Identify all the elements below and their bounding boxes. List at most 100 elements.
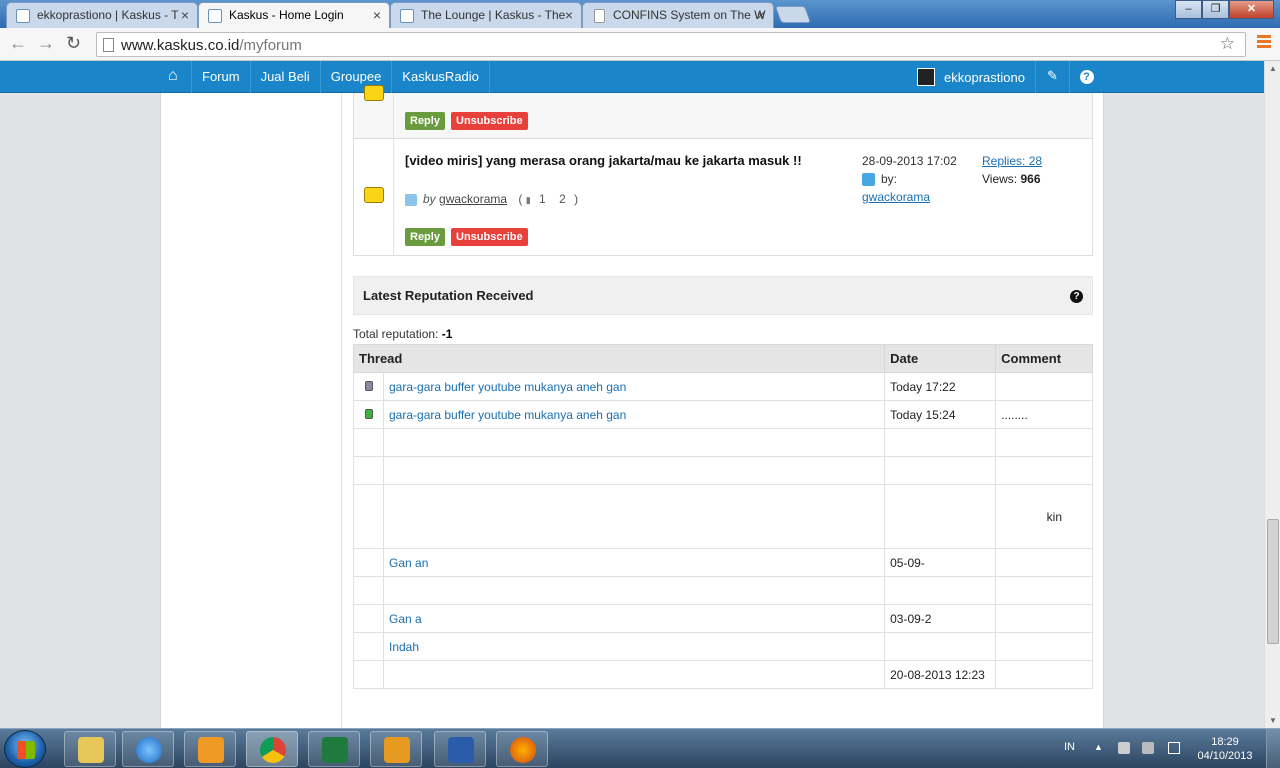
show-hidden-icons-icon[interactable]: ▲ xyxy=(1094,742,1106,754)
forward-arrow-icon[interactable]: → xyxy=(37,33,55,54)
edit-pencil-icon[interactable]: ✎ xyxy=(1035,61,1069,93)
reply-button[interactable]: Reply xyxy=(405,112,445,130)
window-controls: – ❐ ✕ xyxy=(1175,0,1274,19)
table-row: Gan an 05-09- xyxy=(353,548,1093,577)
last-poster-link[interactable]: gwackorama xyxy=(862,190,930,204)
chrome-menu-icon[interactable] xyxy=(1257,35,1271,50)
volume-muted-icon[interactable] xyxy=(1142,742,1154,754)
column-thread: Thread xyxy=(352,344,886,373)
reload-icon[interactable]: ↻ xyxy=(66,33,81,54)
nav-jual-beli[interactable]: Jual Beli xyxy=(249,61,320,93)
reputation-title: Latest Reputation Received xyxy=(363,288,534,303)
views-label: Views: xyxy=(982,172,1018,186)
thread-link[interactable]: Gan a xyxy=(389,612,422,626)
help-button[interactable]: ? xyxy=(1069,61,1103,93)
unsubscribe-button[interactable]: Unsubscribe xyxy=(451,112,528,130)
thread-icon-cell xyxy=(354,139,394,255)
tab-2[interactable]: Kaskus - Home Login × xyxy=(198,2,390,28)
column-comment: Comment xyxy=(995,344,1093,373)
firefox-icon xyxy=(510,737,536,763)
close-icon[interactable]: × xyxy=(565,7,573,23)
page-viewport: ⌂ Forum Jual Beli Groupee KaskusRadio ek… xyxy=(0,61,1264,728)
kaskus-favicon-icon xyxy=(400,9,414,23)
date-cell xyxy=(884,632,997,661)
date-cell xyxy=(884,428,997,457)
start-button[interactable] xyxy=(4,730,46,768)
go-to-last-post-icon[interactable] xyxy=(862,173,875,187)
taskbar-word[interactable] xyxy=(434,731,486,767)
user-menu[interactable]: ekkoprastiono xyxy=(917,61,1025,93)
thread-menu-icon[interactable] xyxy=(405,193,417,206)
taskbar-internet-explorer[interactable] xyxy=(122,731,174,767)
thread-icon-cell xyxy=(354,85,394,138)
excel-icon xyxy=(322,737,348,763)
reputation-indicator-cell xyxy=(353,428,384,457)
help-icon[interactable]: ? xyxy=(1070,290,1083,303)
taskbar-media-player[interactable] xyxy=(184,731,236,767)
language-indicator[interactable]: IN xyxy=(1064,741,1075,753)
address-bar[interactable]: www.kaskus.co.id/myforum ☆ xyxy=(96,32,1246,57)
scroll-down-icon[interactable]: ▼ xyxy=(1269,716,1277,725)
back-arrow-icon[interactable]: ← xyxy=(9,33,27,54)
thread-link[interactable]: Gan an xyxy=(389,556,428,570)
reputation-indicator-cell xyxy=(353,484,384,549)
total-reputation-label: Total reputation: xyxy=(353,327,439,341)
show-desktop-button[interactable] xyxy=(1266,729,1280,768)
thread-author-link[interactable]: gwackorama xyxy=(439,192,507,206)
avatar xyxy=(917,68,935,86)
tab-3[interactable]: The Lounge | Kaskus - The × xyxy=(390,2,582,28)
tab-4[interactable]: CONFINS System on The W × xyxy=(582,2,774,28)
maximize-button[interactable]: ❐ xyxy=(1202,0,1229,19)
browser-toolbar: ← → ↻ www.kaskus.co.id/myforum ☆ xyxy=(0,28,1280,61)
chrome-icon xyxy=(260,737,286,763)
last-post-date: 28-09-2013 17:02 xyxy=(862,154,957,168)
reputation-header: Latest Reputation Received ? xyxy=(353,276,1093,315)
bookmark-star-icon[interactable]: ☆ xyxy=(1220,34,1235,54)
system-clock[interactable]: 18:29 04/10/2013 xyxy=(1193,735,1257,763)
thread-link[interactable]: Indah xyxy=(389,640,419,654)
tab-1[interactable]: ekkoprastiono | Kaskus - T × xyxy=(6,2,198,28)
taskbar-excel[interactable] xyxy=(308,731,360,767)
minimize-button[interactable]: – xyxy=(1175,0,1202,19)
taskbar-firefox[interactable] xyxy=(496,731,548,767)
new-tab-button[interactable] xyxy=(774,6,812,23)
thread-link[interactable]: gara-gara buffer youtube mukanya aneh ga… xyxy=(389,408,626,422)
close-icon[interactable]: × xyxy=(757,7,765,23)
pages-close: ) xyxy=(574,192,579,206)
kaskus-favicon-icon xyxy=(16,9,30,23)
reputation-table: Thread Date Comment gara-gara buffer you… xyxy=(352,344,1093,689)
thread-cell: Indah xyxy=(382,632,886,661)
comment-cell: kin xyxy=(995,484,1093,549)
thread-link[interactable]: gara-gara buffer youtube mukanya aneh ga… xyxy=(389,380,626,394)
close-icon[interactable]: × xyxy=(181,7,189,23)
folder-icon xyxy=(364,85,384,101)
thread-title[interactable]: [video miris] yang merasa orang jakarta/… xyxy=(405,152,845,169)
comment-cell xyxy=(995,428,1093,457)
window-close-button[interactable]: ✕ xyxy=(1229,0,1274,19)
page-link-1[interactable]: 1 xyxy=(539,192,546,206)
nav-kaskusradio[interactable]: KaskusRadio xyxy=(391,61,490,93)
taskbar-chrome[interactable] xyxy=(246,731,298,767)
action-center-icon[interactable] xyxy=(1118,742,1130,754)
comment-cell xyxy=(995,660,1093,689)
scrollbar-thumb[interactable] xyxy=(1267,519,1279,644)
browser-tab-strip: ekkoprastiono | Kaskus - T × Kaskus - Ho… xyxy=(0,0,1280,28)
home-icon[interactable]: ⌂ xyxy=(168,67,178,85)
unsubscribe-button[interactable]: Unsubscribe xyxy=(451,228,528,246)
page-link-2[interactable]: 2 xyxy=(559,192,566,206)
vertical-scrollbar[interactable]: ▲ ▼ xyxy=(1264,61,1280,728)
network-icon[interactable] xyxy=(1168,742,1180,754)
scroll-up-icon[interactable]: ▲ xyxy=(1269,64,1277,73)
taskbar-outlook[interactable] xyxy=(370,731,422,767)
tab-title: The Lounge | Kaskus - The xyxy=(421,8,566,22)
comment-cell xyxy=(995,576,1093,605)
nav-forum[interactable]: Forum xyxy=(191,61,250,93)
thread-cell: gara-gara buffer youtube mukanya aneh ga… xyxy=(382,400,886,429)
thread-cell xyxy=(382,456,886,485)
reply-button[interactable]: Reply xyxy=(405,228,445,246)
taskbar-explorer[interactable] xyxy=(64,731,116,767)
thread-meta: by gwackorama ( ▮ 1 2 ) xyxy=(405,192,578,206)
close-icon[interactable]: × xyxy=(373,7,381,23)
table-row: Indah xyxy=(353,632,1093,661)
replies-link[interactable]: Replies: 28 xyxy=(982,154,1042,168)
